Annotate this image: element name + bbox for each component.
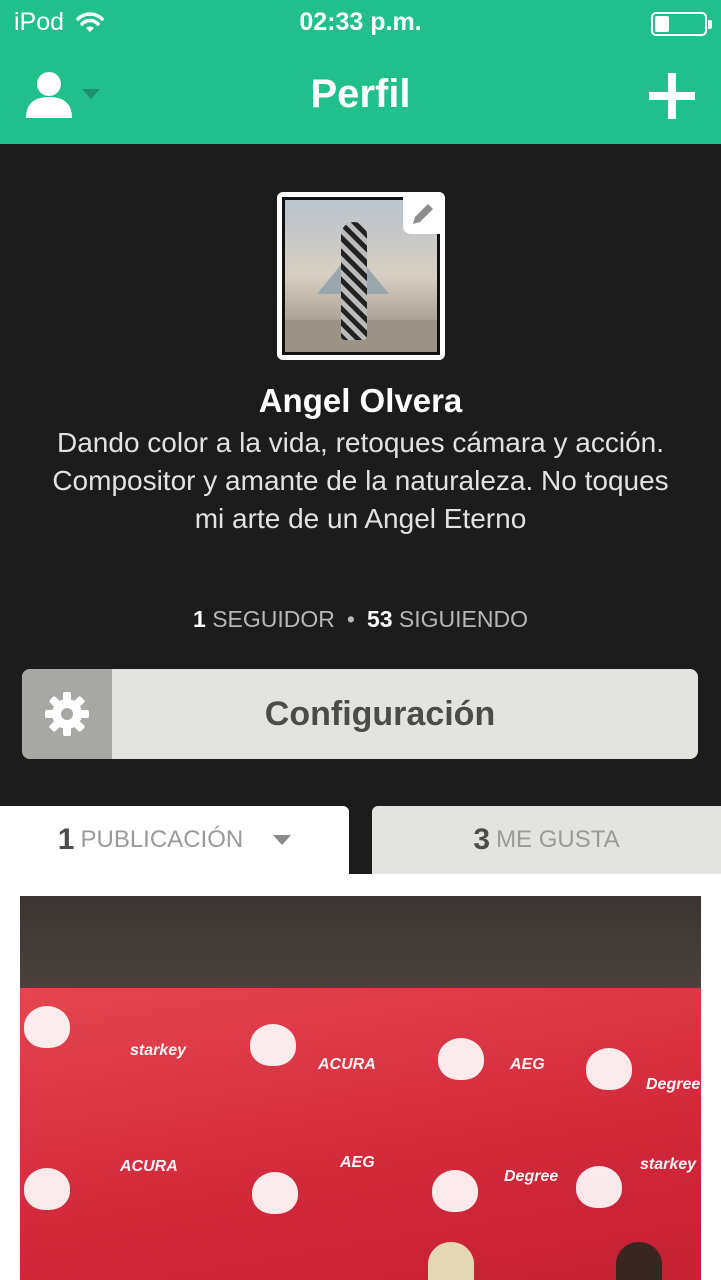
sponsor-logo: starkey (130, 1042, 187, 1059)
header-bar: iPod 02:33 p.m. Perfil (0, 0, 721, 144)
following-label: SIGUIENDO (398, 606, 528, 632)
heart-logo (438, 1038, 484, 1080)
sponsor-logo: AEG (510, 1056, 545, 1073)
heart-logo (252, 1172, 298, 1214)
follow-stats: 1 SEGUIDOR • 53 SIGUIENDO (0, 606, 721, 633)
followers-count: 1 (193, 606, 206, 632)
sponsor-logo: Degree (504, 1168, 559, 1185)
sponsor-logo: starkey (640, 1156, 697, 1173)
profile-name: Angel Olvera (258, 382, 463, 419)
profile-bio: Dando color a la vida, retoques cámara y… (52, 427, 669, 534)
tab-likes[interactable]: 3 ME GUSTA (372, 806, 721, 874)
heart-logo (576, 1166, 622, 1208)
following-count: 53 (366, 606, 393, 632)
post-thumbnail[interactable]: starkey AEG Degree ACURA AEG Degree star… (20, 896, 701, 1280)
heart-logo (250, 1024, 296, 1066)
stats-separator: • (346, 606, 355, 632)
chevron-down-icon (273, 835, 292, 845)
heart-logo (24, 1168, 70, 1210)
tab-posts[interactable]: 1 PUBLICACIÓN (0, 806, 349, 874)
heart-logo (24, 1006, 70, 1048)
profile-avatar[interactable] (277, 192, 445, 360)
sponsor-logo: ACURA (318, 1056, 376, 1073)
gear-icon (45, 692, 89, 736)
followers-link[interactable]: 1 SEGUIDOR (193, 606, 335, 632)
battery-icon (651, 12, 712, 36)
likes-label: ME GUSTA (496, 826, 620, 853)
following-link[interactable]: 53 SIGUIENDO (367, 606, 528, 632)
status-time: 02:33 p.m. (299, 8, 422, 36)
person-silhouette (616, 1242, 662, 1280)
followers-label: SEGUIDOR (212, 606, 335, 632)
heart-logo (586, 1048, 632, 1090)
add-post-button[interactable] (649, 73, 695, 119)
likes-count: 3 (473, 823, 491, 856)
settings-button[interactable]: Configuración (22, 669, 698, 759)
post-feed: starkey AEG Degree ACURA AEG Degree star… (0, 874, 721, 1280)
posts-count: 1 (57, 823, 75, 856)
settings-button-label: Configuración (264, 695, 496, 733)
pencil-icon (413, 204, 433, 224)
sponsor-logo: Degree (646, 1076, 701, 1093)
person-silhouette (428, 1242, 474, 1280)
edit-avatar-button[interactable] (403, 194, 443, 234)
heart-logo (432, 1170, 478, 1212)
sponsor-logo: ACURA (120, 1158, 178, 1175)
posts-label: PUBLICACIÓN (80, 826, 244, 853)
settings-icon-box (22, 669, 112, 759)
sponsor-logo: AEG (340, 1154, 375, 1171)
page-title: Perfil (310, 72, 411, 116)
